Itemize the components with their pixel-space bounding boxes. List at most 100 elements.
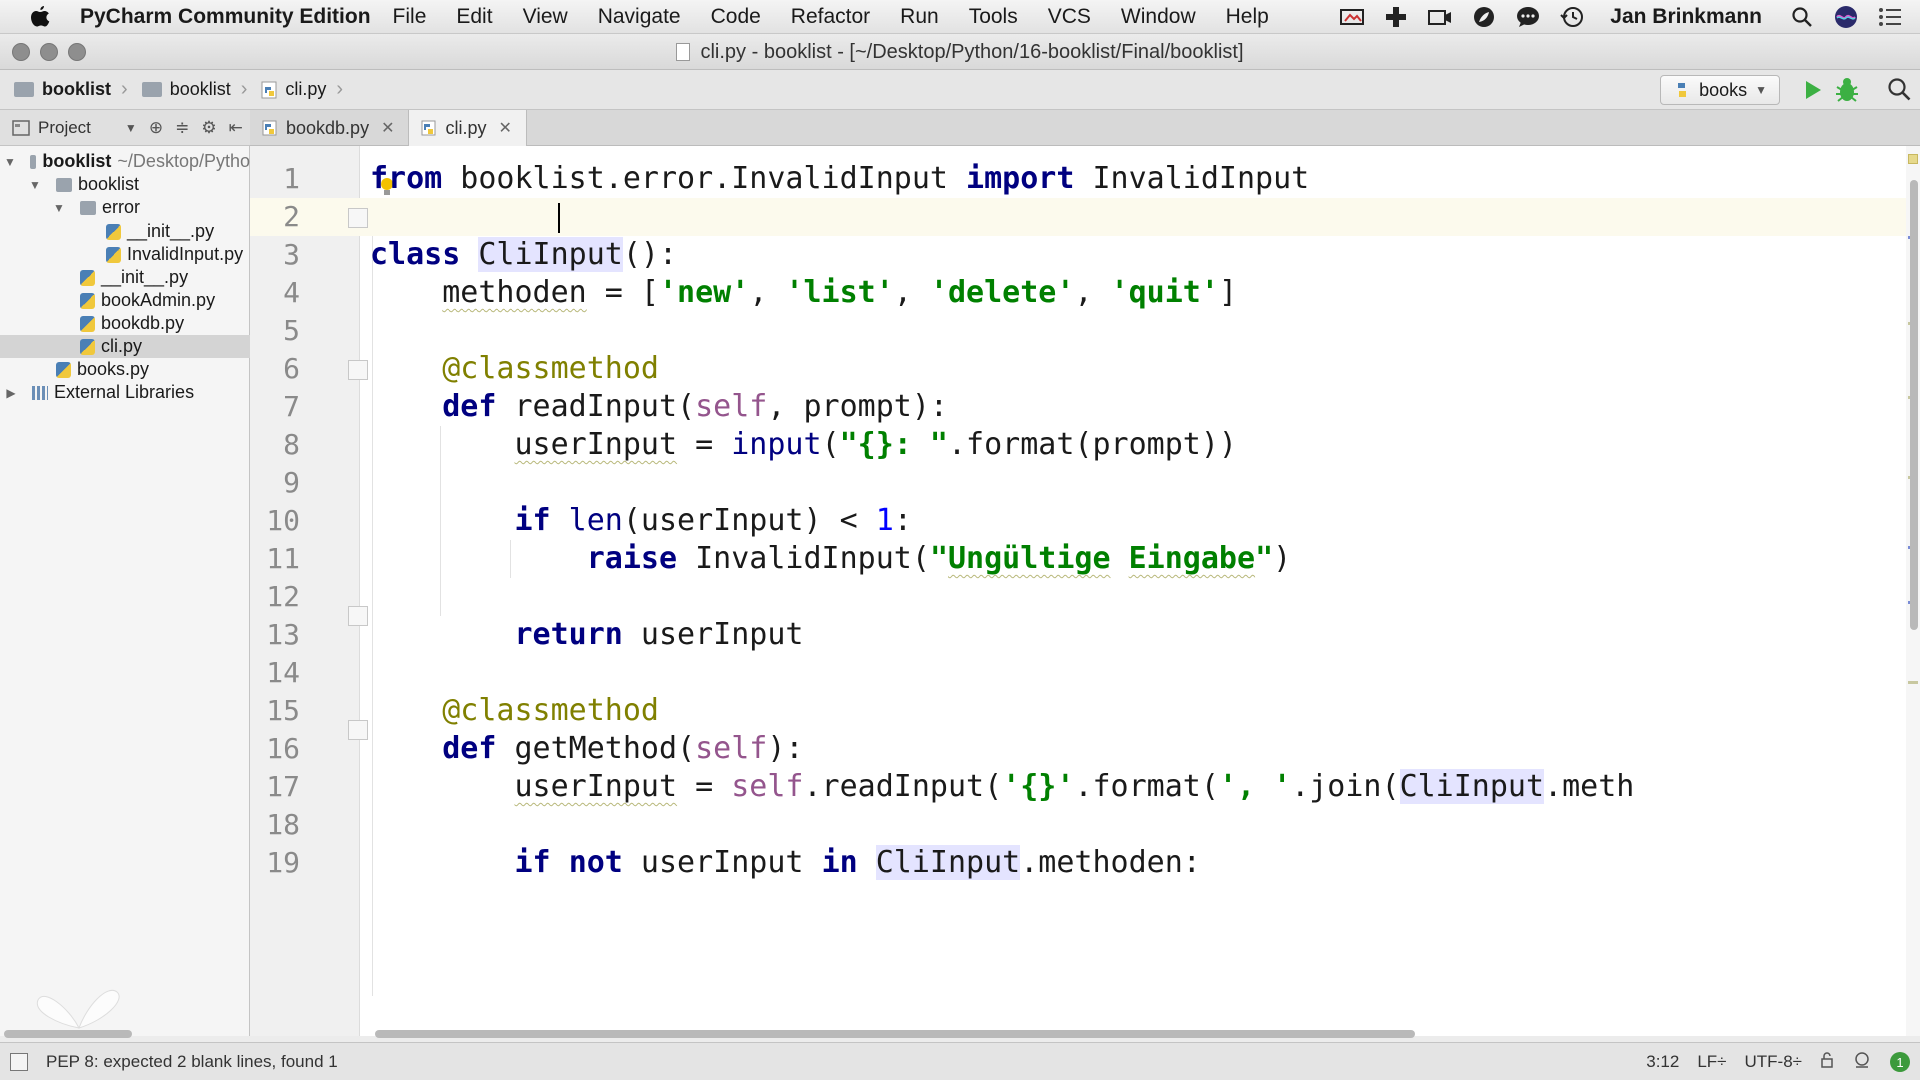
time-machine-icon[interactable] (1558, 3, 1586, 31)
line-number: 3 (283, 238, 300, 271)
user-name[interactable]: Jan Brinkmann (1610, 5, 1762, 29)
inspector-icon[interactable] (1852, 1051, 1872, 1074)
project-tree: ▼ booklist ~/Desktop/Pytho ▼ booklist ▼ … (0, 146, 250, 1036)
project-view-label[interactable]: Project (38, 118, 91, 138)
close-icon[interactable]: ✕ (499, 118, 512, 138)
tree-item-external-libraries[interactable]: ▶ External Libraries (0, 381, 250, 404)
inspection-status-icon[interactable] (1908, 154, 1918, 164)
spotlight-search-icon[interactable] (1788, 3, 1816, 31)
fold-marker[interactable] (348, 360, 368, 380)
run-icon[interactable] (1802, 78, 1824, 107)
chat-icon[interactable] (1514, 3, 1542, 31)
tab-bookdb[interactable]: bookdb.py ✕ (250, 110, 410, 146)
window-titlebar: cli.py - booklist - [~/Desktop/Python/16… (0, 34, 1920, 70)
tool-windows-toggle-icon[interactable] (10, 1052, 28, 1071)
code-token: self (695, 389, 768, 424)
tree-item-booklist-package[interactable]: ▼ booklist (0, 173, 250, 196)
line-number: 17 (266, 770, 300, 803)
debug-icon[interactable] (1834, 76, 1860, 109)
tree-item-label: External Libraries (54, 382, 195, 402)
tree-item-error-init[interactable]: __init__.py (0, 220, 250, 243)
tab-cli[interactable]: cli.py ✕ (409, 110, 527, 146)
tree-item-bookadmin[interactable]: bookAdmin.py (0, 289, 250, 312)
expand-arrow-icon[interactable]: ▶ (4, 386, 18, 400)
editor-horizontal-scrollbar[interactable] (375, 1030, 1415, 1038)
window-title-text: cli.py - booklist - [~/Desktop/Python/16… (700, 41, 1244, 63)
menu-file[interactable]: File (393, 5, 427, 29)
tree-item-booklist-root[interactable]: ▼ booklist ~/Desktop/Pytho (0, 150, 250, 173)
line-separator-select[interactable]: LF÷ (1697, 1052, 1726, 1072)
line-number: 18 (266, 808, 300, 841)
line-number: 4 (283, 276, 300, 309)
status-message[interactable]: PEP 8: expected 2 blank lines, found 1 (46, 1052, 338, 1072)
fold-marker[interactable] (348, 208, 368, 228)
menu-run[interactable]: Run (900, 5, 939, 29)
code-token: raise (586, 541, 678, 576)
close-icon[interactable]: ✕ (381, 118, 394, 138)
code-line-10: if len(userInput) < 1: (370, 502, 912, 540)
scroll-from-source-icon[interactable]: ⊕ (149, 118, 163, 138)
chevron-down-icon[interactable]: ▼ (125, 121, 137, 135)
caret-position[interactable]: 3:12 (1646, 1052, 1679, 1072)
notification-center-icon[interactable] (1876, 3, 1904, 31)
tree-item-cli[interactable]: cli.py (0, 335, 250, 358)
breadcrumb-file[interactable]: cli.py (261, 79, 326, 100)
lock-icon[interactable] (1820, 1051, 1834, 1073)
code-token: input (731, 427, 822, 462)
line-number: 11 (266, 542, 300, 575)
fold-marker[interactable] (348, 720, 368, 740)
fold-marker[interactable] (348, 606, 368, 626)
tree-item-bookdb[interactable]: bookdb.py (0, 312, 250, 335)
camera-icon[interactable] (1426, 3, 1454, 31)
expand-arrow-icon[interactable]: ▼ (52, 201, 66, 215)
presentation-icon[interactable] (1338, 3, 1366, 31)
tree-item-invalidinput[interactable]: InvalidInput.py (0, 243, 250, 266)
code-token: , prompt): (767, 389, 948, 424)
breadcrumb-project[interactable]: booklist (14, 79, 111, 100)
tree-item-label: __init__.py (101, 267, 189, 287)
expand-arrow-icon[interactable]: ▼ (28, 178, 42, 192)
menu-code[interactable]: Code (711, 5, 761, 29)
tree-item-booklist-init[interactable]: __init__.py (0, 266, 250, 289)
hide-panel-icon[interactable]: ⇤ (229, 118, 243, 138)
app-name-menu[interactable]: PyCharm Community Edition (80, 5, 371, 29)
tree-item-error-folder[interactable]: ▼ error (0, 196, 250, 219)
menu-help[interactable]: Help (1226, 5, 1269, 29)
search-everywhere-icon[interactable] (1886, 76, 1912, 107)
event-log-badge[interactable]: 1 (1890, 1052, 1910, 1072)
menu-view[interactable]: View (523, 5, 568, 29)
code-token: "{}: " (839, 427, 948, 462)
siri-icon[interactable] (1832, 3, 1860, 31)
run-configuration-select[interactable]: books ▼ (1660, 75, 1780, 105)
menu-refactor[interactable]: Refactor (791, 5, 870, 29)
gear-icon[interactable]: ⚙ (201, 118, 216, 138)
expand-arrow-icon[interactable]: ▼ (4, 155, 16, 169)
leaf-icon[interactable] (1470, 3, 1498, 31)
code-token: self (731, 769, 804, 804)
document-icon (676, 43, 691, 61)
menu-navigate[interactable]: Navigate (598, 5, 681, 29)
breadcrumb-package[interactable]: booklist (141, 79, 231, 100)
menu-edit[interactable]: Edit (456, 5, 492, 29)
menu-vcs[interactable]: VCS (1048, 5, 1091, 29)
menu-window[interactable]: Window (1121, 5, 1196, 29)
line-number: 13 (266, 618, 300, 651)
editor-vertical-scrollbar[interactable] (1910, 180, 1918, 630)
apple-icon[interactable] (18, 0, 62, 34)
line-number: 1 (283, 162, 300, 195)
line-number: 2 (283, 200, 300, 233)
code-token: ', ' (1218, 769, 1292, 804)
stripe-marker[interactable] (1908, 681, 1918, 684)
tree-item-books[interactable]: books.py (0, 358, 250, 381)
menu-tools[interactable]: Tools (969, 5, 1018, 29)
code-token: CliInput (875, 845, 1021, 880)
code-token: @classmethod (370, 693, 659, 728)
encoding-select[interactable]: UTF-8÷ (1745, 1052, 1803, 1072)
plus-tool-icon[interactable] (1382, 3, 1410, 31)
collapse-all-icon[interactable]: ≑ (175, 118, 189, 138)
code-token: = (677, 769, 732, 804)
